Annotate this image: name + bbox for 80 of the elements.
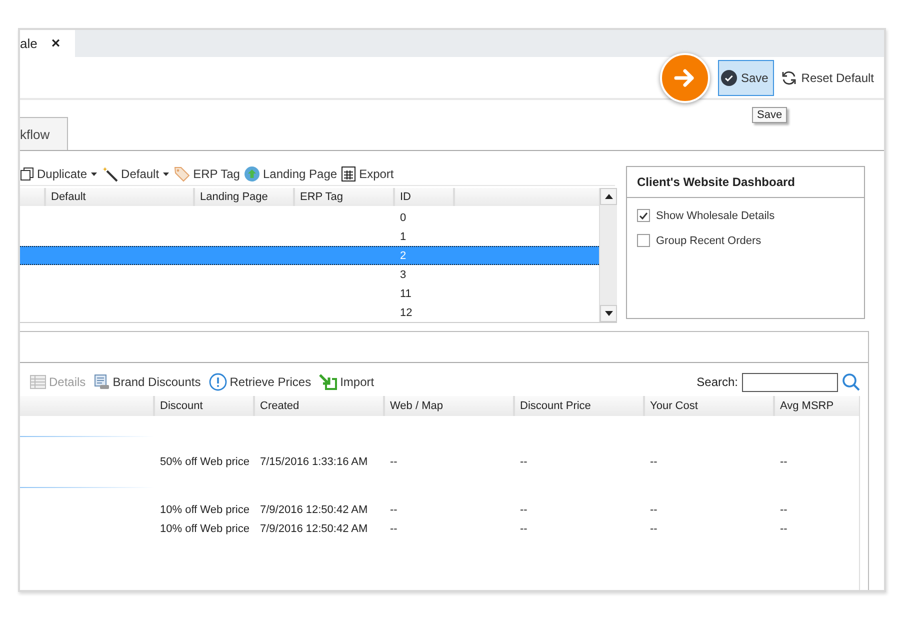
panel-title: Client's Website Dashboard (627, 167, 864, 198)
reset-button[interactable]: Reset Default (778, 60, 880, 96)
down-arrow-icon (604, 311, 612, 316)
toolbar-button[interactable]: Default (102, 163, 174, 185)
scroll-up-button[interactable] (600, 188, 617, 205)
table-cell-text: 10% off Web price (159, 522, 250, 534)
tab[interactable]: kflow (20, 117, 68, 150)
column-header[interactable]: Web / Map (385, 396, 515, 416)
checkbox[interactable] (637, 209, 650, 222)
table-row[interactable]: 10% off Web price 7/9/2016 12:50:42 AM -- -- -- -- (20, 500, 859, 519)
search-field[interactable] (742, 372, 838, 392)
column-header[interactable]: Your Cost (645, 396, 775, 416)
checkbox-option[interactable]: Group Recent Orders (637, 234, 854, 247)
column-header[interactable]: ID (395, 188, 455, 206)
table-cell-text: 7/15/2016 1:33:16 AM (259, 456, 369, 468)
checkbox-option[interactable]: Show Wholesale Details (637, 209, 854, 222)
close-icon[interactable]: × (51, 35, 60, 52)
spreadsheet-icon (341, 166, 356, 182)
table-cell-text: -- (649, 456, 658, 468)
column-header[interactable]: Default (46, 188, 195, 206)
wand-icon (102, 166, 118, 182)
table-cell-text: -- (389, 456, 398, 468)
table-cell-text: 7/9/2016 12:50:42 AM (259, 522, 369, 534)
table-row[interactable]: 12 (20, 303, 599, 322)
tab-label: ale (20, 36, 38, 51)
table-cell-text: -- (519, 504, 528, 516)
column-header[interactable]: Discount (155, 396, 255, 416)
document-tab[interactable]: ale × (20, 30, 75, 57)
table-cell-text: -- (389, 522, 398, 534)
table-cell-text: 10% off Web price (159, 504, 250, 516)
table-row[interactable]: 3 (20, 265, 599, 284)
globe-icon (244, 166, 260, 182)
info-icon (208, 373, 227, 391)
table-cell-text: -- (649, 504, 658, 516)
checkbox[interactable] (637, 234, 650, 247)
table-icon (30, 375, 46, 389)
column-header[interactable]: Discount Price (515, 396, 645, 416)
up-arrow-icon (604, 194, 612, 199)
table-cell-text: -- (649, 522, 658, 534)
scroll-down-button[interactable] (600, 305, 617, 322)
document-stack-icon (94, 374, 110, 390)
column-header[interactable]: Avg MSRP (775, 396, 859, 416)
table-row[interactable]: 1 (20, 227, 599, 246)
toolbar-button[interactable]: Duplicate (20, 163, 102, 185)
tooltip: Save (752, 107, 788, 123)
table-cell-text: -- (779, 456, 788, 468)
table-row[interactable]: 11 (20, 284, 599, 303)
search-label: Search: (696, 375, 738, 389)
toolbar-button[interactable]: Import (319, 371, 378, 393)
scrollbar[interactable] (599, 188, 617, 322)
column-header[interactable]: Created (255, 396, 385, 416)
table-cell-text: -- (519, 456, 528, 468)
table-cell: 0 (400, 212, 406, 224)
toolbar-button[interactable]: Export (341, 163, 398, 185)
import-icon (319, 374, 338, 390)
table-row[interactable]: 10% off Web price 7/9/2016 12:50:42 AM -- -- -- -- (20, 519, 859, 538)
table-row[interactable]: 50% off Web price 7/15/2016 1:33:16 AM -- -- -- -- (20, 436, 859, 488)
table-cell: 1 (400, 230, 406, 242)
search-icon[interactable] (842, 373, 860, 391)
column-header[interactable]: Landing Page (195, 188, 295, 206)
table-cell: 12 (400, 306, 412, 318)
column-header[interactable]: ERP Tag (295, 188, 395, 206)
toolbar-button[interactable]: Brand Discounts (94, 371, 205, 393)
check-icon (720, 70, 737, 86)
table-cell-text: -- (779, 504, 788, 516)
refresh-icon (781, 70, 798, 86)
table-cell: 11 (400, 288, 412, 300)
table-row[interactable]: 0 (20, 208, 599, 227)
table-cell-text: -- (519, 522, 528, 534)
toolbar-button[interactable]: Landing Page (244, 163, 342, 185)
table-cell: 3 (400, 268, 406, 280)
save-button[interactable]: Save (718, 60, 774, 96)
toolbar-button[interactable]: ERP Tag (174, 163, 244, 185)
table-cell-text: -- (389, 504, 398, 516)
table-cell-text: 7/9/2016 12:50:42 AM (259, 504, 369, 516)
table-cell-text: -- (779, 522, 788, 534)
table-cell-text: 50% off Web price (159, 456, 250, 468)
tag-icon (174, 166, 190, 182)
toolbar-button[interactable]: Retrieve Prices (208, 371, 316, 393)
table-cell: 2 (400, 250, 406, 262)
